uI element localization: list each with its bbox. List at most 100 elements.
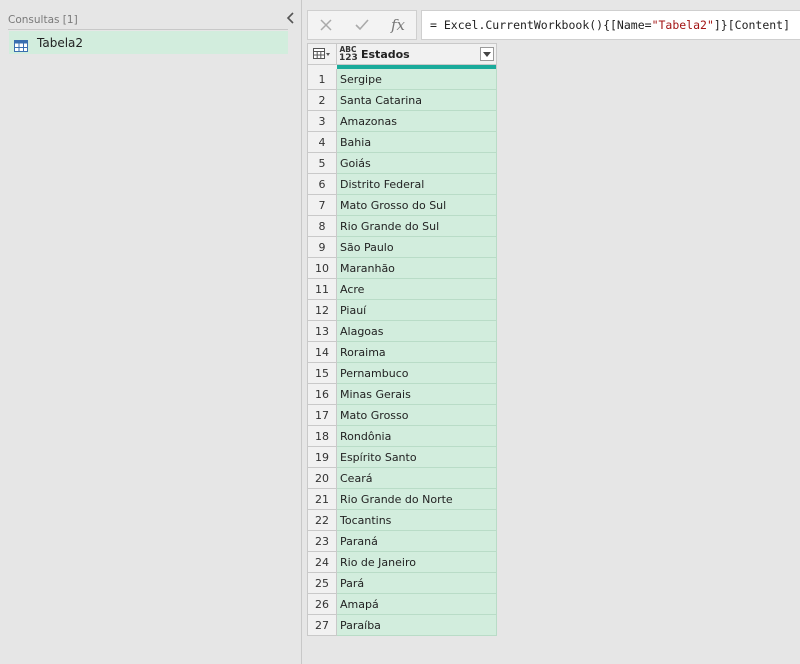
table-cell[interactable]: Sergipe [337, 69, 497, 90]
table-cell[interactable]: São Paulo [337, 237, 497, 258]
close-icon [320, 19, 332, 31]
table-cell[interactable]: Minas Gerais [337, 384, 497, 405]
table-row: 11 Acre [307, 279, 497, 300]
table-row: 6 Distrito Federal [307, 174, 497, 195]
formula-bar-controls: fx [307, 10, 417, 40]
row-number[interactable]: 23 [307, 531, 337, 552]
row-number[interactable]: 18 [307, 426, 337, 447]
query-item-label: Tabela2 [37, 35, 84, 50]
table-cell[interactable]: Pará [337, 573, 497, 594]
data-type-any-icon[interactable]: ABC 123 [339, 46, 358, 63]
table-row: 26 Amapá [307, 594, 497, 615]
queries-separator [8, 29, 288, 30]
table-cell[interactable]: Goiás [337, 153, 497, 174]
column-title: Estados [361, 47, 410, 61]
table-cell[interactable]: Rondônia [337, 426, 497, 447]
table-cell[interactable]: Paraíba [337, 615, 497, 636]
table-cell[interactable]: Mato Grosso do Sul [337, 195, 497, 216]
table-row: 27 Paraíba [307, 615, 497, 636]
row-number[interactable]: 8 [307, 216, 337, 237]
row-number[interactable]: 13 [307, 321, 337, 342]
type-icon-bottom: 123 [339, 53, 358, 63]
row-number[interactable]: 3 [307, 111, 337, 132]
column-header-estados[interactable]: ABC 123 Estados [337, 44, 496, 64]
table-row: 23 Paraná [307, 531, 497, 552]
table-menu-icon [313, 48, 330, 59]
check-icon [355, 19, 369, 31]
table-cell[interactable]: Amapá [337, 594, 497, 615]
row-number[interactable]: 17 [307, 405, 337, 426]
table-cell[interactable]: Tocantins [337, 510, 497, 531]
row-number[interactable]: 20 [307, 468, 337, 489]
row-number[interactable]: 26 [307, 594, 337, 615]
commit-formula-button[interactable] [350, 13, 374, 37]
row-number[interactable]: 4 [307, 132, 337, 153]
insert-function-button[interactable]: fx [386, 13, 410, 37]
table-row: 4 Bahia [307, 132, 497, 153]
table-row: 19 Espírito Santo [307, 447, 497, 468]
formula-string: "Tabela2" [651, 18, 714, 32]
row-number[interactable]: 10 [307, 258, 337, 279]
collapse-pane-chevron-icon[interactable] [284, 11, 296, 25]
table-menu-button[interactable] [308, 44, 337, 64]
table-row: 12 Piauí [307, 300, 497, 321]
table-row: 15 Pernambuco [307, 363, 497, 384]
table-cell[interactable]: Rio Grande do Norte [337, 489, 497, 510]
row-number[interactable]: 14 [307, 342, 337, 363]
data-grid: ABC 123 Estados 1 Sergipe 2 Santa Catarina 3… [307, 43, 497, 636]
table-cell[interactable]: Mato Grosso [337, 405, 497, 426]
cancel-formula-button[interactable] [314, 13, 338, 37]
row-number[interactable]: 1 [307, 69, 337, 90]
row-number[interactable]: 5 [307, 153, 337, 174]
queries-pane: Consultas [1] Tabela2 [0, 0, 302, 664]
grid-header: ABC 123 Estados [307, 43, 497, 65]
row-number[interactable]: 24 [307, 552, 337, 573]
table-row: 14 Roraima [307, 342, 497, 363]
table-row: 10 Maranhão [307, 258, 497, 279]
row-number[interactable]: 11 [307, 279, 337, 300]
row-number[interactable]: 9 [307, 237, 337, 258]
table-row: 18 Rondônia [307, 426, 497, 447]
table-cell[interactable]: Paraná [337, 531, 497, 552]
table-row: 25 Pará [307, 573, 497, 594]
table-row: 16 Minas Gerais [307, 384, 497, 405]
table-cell[interactable]: Piauí [337, 300, 497, 321]
table-cell[interactable]: Bahia [337, 132, 497, 153]
query-item-tabela2[interactable]: Tabela2 [9, 31, 288, 54]
table-row: 17 Mato Grosso [307, 405, 497, 426]
table-row: 24 Rio de Janeiro [307, 552, 497, 573]
row-number[interactable]: 27 [307, 615, 337, 636]
table-row: 2 Santa Catarina [307, 90, 497, 111]
row-number[interactable]: 19 [307, 447, 337, 468]
formula-input[interactable]: = Excel.CurrentWorkbook(){[Name= "Tabela2… [421, 10, 800, 40]
table-cell[interactable]: Espírito Santo [337, 447, 497, 468]
table-row: 20 Ceará [307, 468, 497, 489]
table-cell[interactable]: Rio Grande do Sul [337, 216, 497, 237]
table-row: 7 Mato Grosso do Sul [307, 195, 497, 216]
table-cell[interactable]: Santa Catarina [337, 90, 497, 111]
row-number[interactable]: 12 [307, 300, 337, 321]
column-filter-button[interactable] [480, 47, 494, 61]
grid-body: 1 Sergipe 2 Santa Catarina 3 Amazonas 4 Bahia 5 G… [307, 69, 497, 636]
table-cell[interactable]: Alagoas [337, 321, 497, 342]
row-number[interactable]: 15 [307, 363, 337, 384]
table-row: 3 Amazonas [307, 111, 497, 132]
table-row: 22 Tocantins [307, 510, 497, 531]
table-cell[interactable]: Pernambuco [337, 363, 497, 384]
table-cell[interactable]: Acre [337, 279, 497, 300]
table-cell[interactable]: Ceará [337, 468, 497, 489]
table-row: 8 Rio Grande do Sul [307, 216, 497, 237]
row-number[interactable]: 22 [307, 510, 337, 531]
table-row: 1 Sergipe [307, 69, 497, 90]
row-number[interactable]: 2 [307, 90, 337, 111]
row-number[interactable]: 21 [307, 489, 337, 510]
table-cell[interactable]: Roraima [337, 342, 497, 363]
row-number[interactable]: 6 [307, 174, 337, 195]
table-cell[interactable]: Amazonas [337, 111, 497, 132]
table-cell[interactable]: Maranhão [337, 258, 497, 279]
table-cell[interactable]: Distrito Federal [337, 174, 497, 195]
table-cell[interactable]: Rio de Janeiro [337, 552, 497, 573]
row-number[interactable]: 25 [307, 573, 337, 594]
row-number[interactable]: 7 [307, 195, 337, 216]
row-number[interactable]: 16 [307, 384, 337, 405]
